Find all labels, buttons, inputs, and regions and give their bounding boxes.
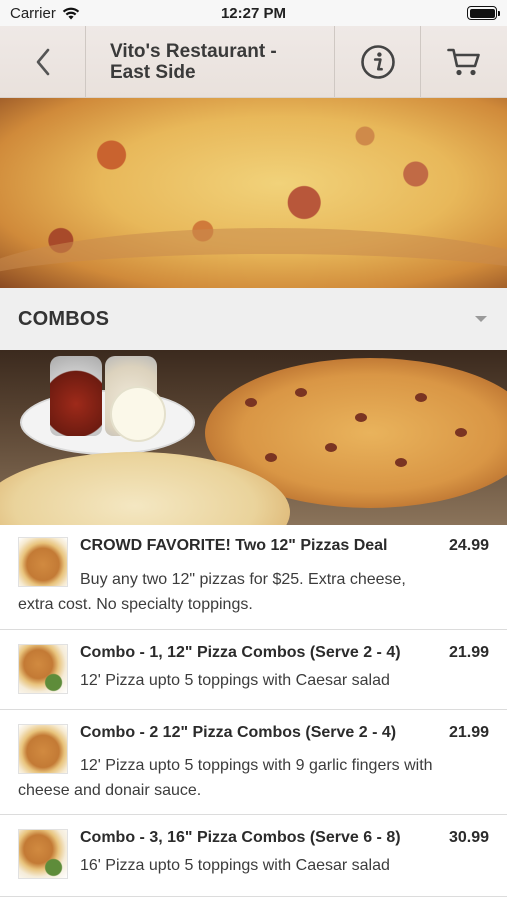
menu-item-price: 21.99: [448, 724, 489, 741]
menu-item-thumbnail: [18, 829, 68, 879]
chevron-left-icon: [36, 48, 49, 75]
menu-item-list: CROWD FAVORITE! Two 12" Pizzas Deal 24.9…: [0, 525, 507, 897]
info-icon: [360, 44, 395, 79]
restaurant-title-line1: Vito's Restaurant -: [110, 40, 277, 62]
status-bar: Carrier 12:27 PM: [0, 0, 507, 26]
category-image-pepper-shaker: [50, 356, 102, 436]
menu-item[interactable]: Combo - 3, 16" Pizza Combos (Serve 6 - 8…: [0, 815, 507, 897]
hero-crust: [0, 228, 507, 288]
menu-item[interactable]: CROWD FAVORITE! Two 12" Pizzas Deal 24.9…: [0, 525, 507, 630]
cart-button[interactable]: [421, 26, 507, 97]
back-button[interactable]: [0, 26, 86, 97]
category-image: [0, 350, 507, 525]
nav-bar: Vito's Restaurant - East Side: [0, 26, 507, 98]
cart-icon: [447, 48, 480, 75]
menu-item-description: 16' Pizza upto 5 toppings with Caesar sa…: [80, 857, 390, 874]
battery-icon: [467, 6, 500, 20]
menu-item-price: 24.99: [448, 537, 489, 554]
menu-item-description: Buy any two 12" pizzas for $25. Extra ch…: [18, 571, 406, 613]
menu-item-name: Combo - 3, 16" Pizza Combos (Serve 6 - 8…: [80, 829, 401, 846]
restaurant-title-line2: East Side: [110, 61, 196, 83]
menu-item-price: 21.99: [448, 644, 489, 661]
menu-item-price: 30.99: [448, 829, 489, 846]
category-image-sauce-cup: [110, 386, 166, 442]
restaurant-title: Vito's Restaurant - East Side: [86, 26, 335, 97]
info-button[interactable]: [335, 26, 421, 97]
status-left: Carrier: [10, 5, 80, 22]
menu-item-description: 12' Pizza upto 5 toppings with 9 garlic …: [18, 757, 433, 799]
caret-down-icon: [475, 316, 487, 322]
hero-pizza-image: [0, 98, 507, 288]
menu-item-name: Combo - 1, 12" Pizza Combos (Serve 2 - 4…: [80, 644, 401, 661]
category-header-combos[interactable]: COMBOS: [0, 288, 507, 350]
menu-item-name: Combo - 2 12" Pizza Combos (Serve 2 - 4): [80, 724, 397, 741]
menu-item[interactable]: Combo - 1, 12" Pizza Combos (Serve 2 - 4…: [0, 630, 507, 710]
menu-item[interactable]: Combo - 2 12" Pizza Combos (Serve 2 - 4)…: [0, 710, 507, 815]
category-title: COMBOS: [18, 307, 110, 330]
menu-item-thumbnail: [18, 644, 68, 694]
menu-item-description: 12' Pizza upto 5 toppings with Caesar sa…: [80, 672, 390, 689]
carrier-label: Carrier: [10, 4, 56, 22]
menu-item-name: CROWD FAVORITE! Two 12" Pizzas Deal: [80, 537, 388, 554]
wifi-icon: [62, 7, 80, 19]
